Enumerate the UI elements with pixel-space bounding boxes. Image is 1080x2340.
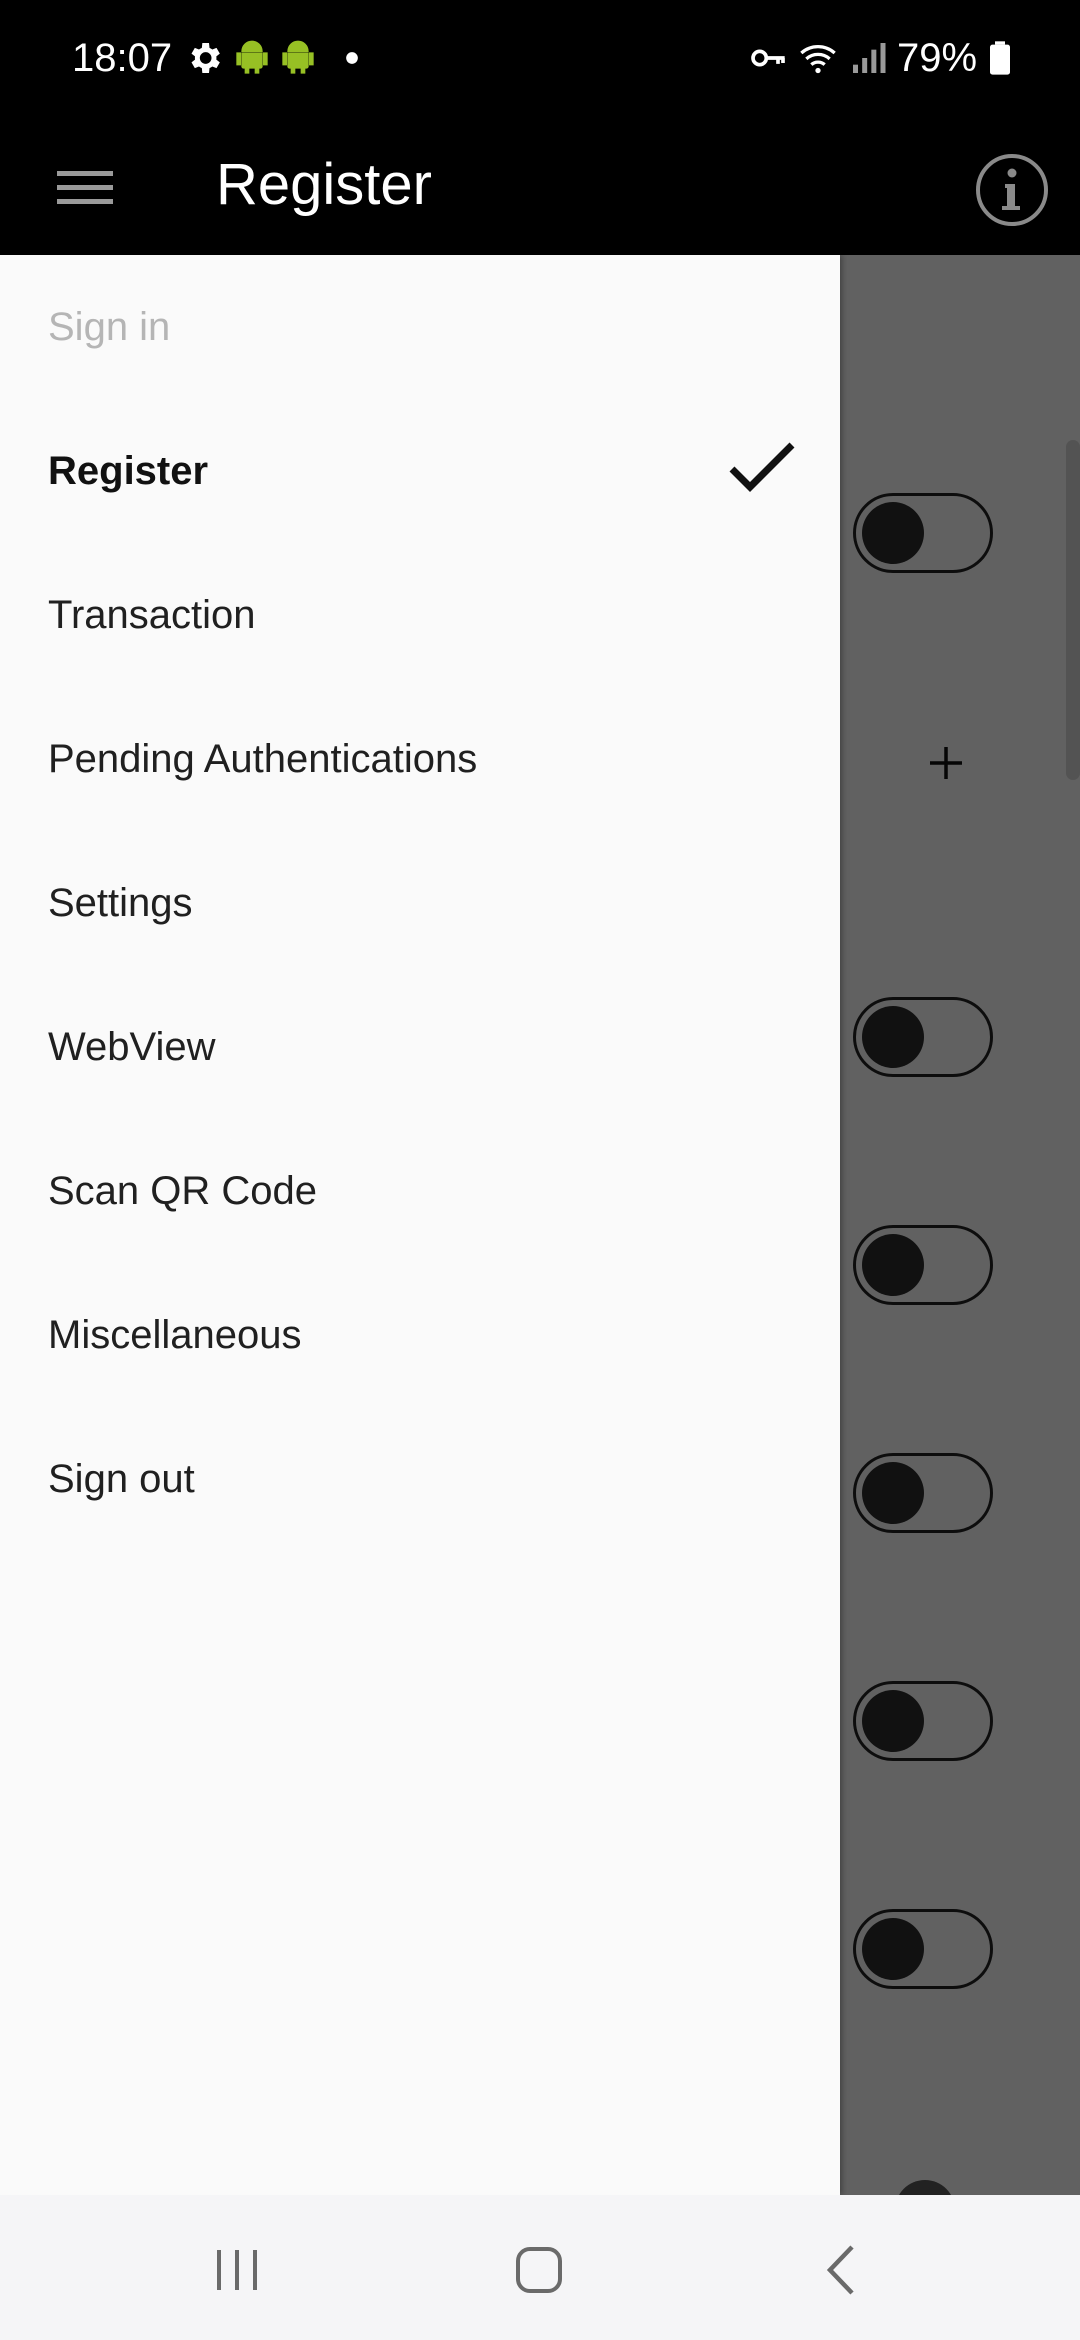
home-icon[interactable] <box>494 2225 584 2315</box>
drawer-item-miscellaneous[interactable]: Miscellaneous <box>0 1263 840 1407</box>
dot-icon <box>346 52 358 64</box>
vpn-key-icon <box>751 49 785 67</box>
drawer-item-label: Sign out <box>48 1457 195 1501</box>
drawer-item-label: Transaction <box>48 593 256 637</box>
drawer-header-label: Sign in <box>48 305 171 349</box>
drawer-header-sign-in: Sign in <box>0 255 840 399</box>
recent-apps-icon[interactable] <box>192 2225 282 2315</box>
drawer-item-label: Pending Authentications <box>48 737 478 781</box>
android-icon <box>282 40 314 74</box>
status-bar: 18:07 79% <box>0 0 1080 115</box>
system-navigation-bar <box>0 2195 1080 2340</box>
battery-percent: 79% <box>897 36 978 80</box>
wifi-icon <box>800 45 836 74</box>
drawer-item-transaction[interactable]: Transaction <box>0 543 840 687</box>
checkmark-icon <box>729 442 795 492</box>
android-icon <box>236 40 268 74</box>
drawer-item-label: Scan QR Code <box>48 1169 318 1213</box>
drawer-item-sign-out[interactable]: Sign out <box>0 1407 840 1551</box>
drawer-item-scan-qr-code[interactable]: Scan QR Code <box>0 1119 840 1263</box>
page-title: Register <box>216 152 432 217</box>
app-bar: Register <box>0 115 1080 255</box>
back-icon[interactable] <box>798 2225 888 2315</box>
drawer-item-label: Settings <box>48 881 193 925</box>
battery-icon <box>990 41 1010 75</box>
drawer-item-settings[interactable]: Settings <box>0 831 840 975</box>
info-icon[interactable] <box>962 135 1062 235</box>
hamburger-menu-icon[interactable] <box>40 139 130 229</box>
signal-icon <box>853 43 886 73</box>
drawer-item-pending-authentications[interactable]: Pending Authentications <box>0 687 840 831</box>
status-time: 18:07 <box>72 36 173 80</box>
drawer-item-label: Miscellaneous <box>48 1313 302 1357</box>
drawer-item-label: Register <box>48 449 209 493</box>
navigation-drawer: Sign in Register Transaction Pending Aut… <box>0 255 840 2195</box>
drawer-item-register[interactable]: Register <box>0 399 840 543</box>
settings-gear-icon <box>191 43 220 73</box>
drawer-item-webview[interactable]: WebView <box>0 975 840 1119</box>
drawer-item-label: WebView <box>48 1025 216 1069</box>
